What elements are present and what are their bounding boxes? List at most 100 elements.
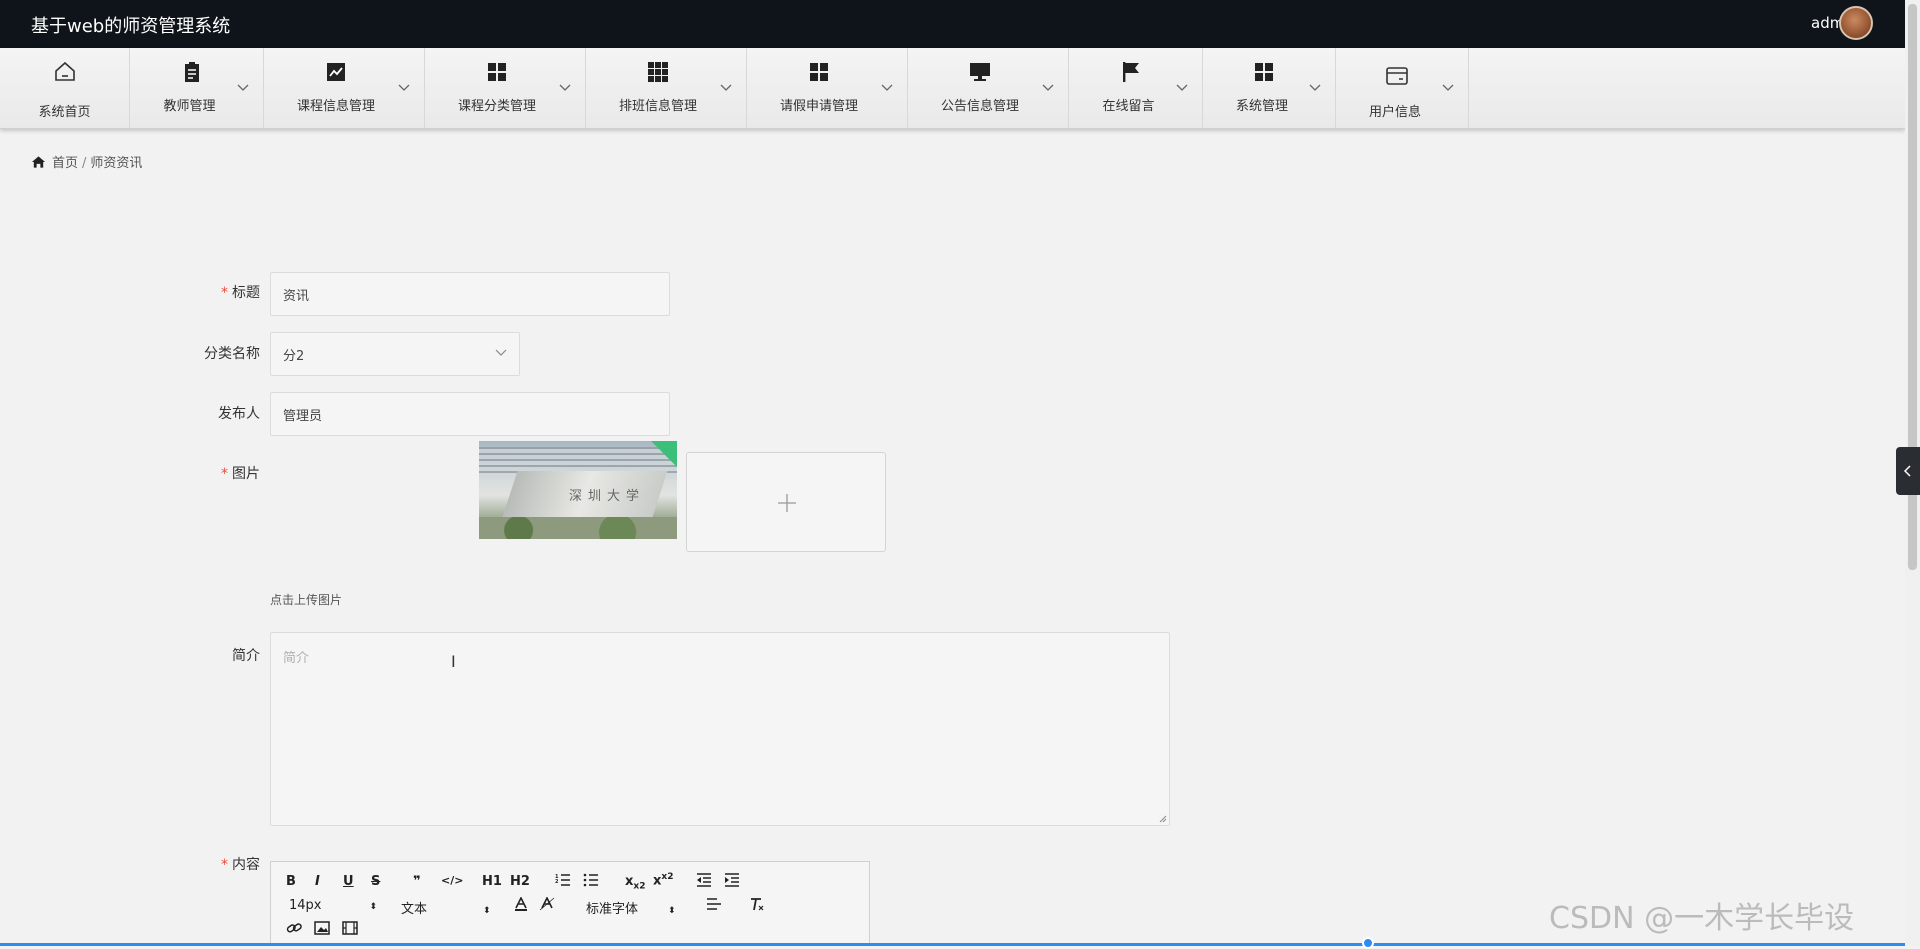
breadcrumb-current: 师资资讯 [90, 156, 143, 171]
category-label: 分类名称 [204, 346, 260, 362]
breadcrumb-home[interactable]: 首页 [52, 156, 78, 171]
breadcrumb-separator: / [82, 156, 87, 171]
clipboard-icon [184, 62, 199, 82]
nav-item-system[interactable]: 系统管理 [1203, 48, 1336, 128]
clear-format-icon [751, 898, 764, 911]
chevron-left-icon [1903, 465, 1911, 477]
nav-item-leave[interactable]: 请假申请管理 [747, 48, 908, 128]
italic-button[interactable]: I [315, 874, 320, 889]
bullet-list-icon [583, 873, 598, 887]
outdent-icon [697, 873, 711, 887]
nav-item-teacher[interactable]: 教师管理 [130, 48, 264, 128]
clear-format-button[interactable] [749, 897, 765, 915]
indent-button[interactable] [724, 873, 740, 891]
h2-button[interactable]: H2 [510, 874, 530, 889]
h1-button[interactable]: H1 [482, 874, 502, 889]
bold-button[interactable]: B [286, 874, 296, 889]
video-icon [342, 921, 358, 935]
link-button[interactable] [286, 921, 302, 939]
font-color-icon [515, 896, 527, 911]
main-nav: 系统首页 教师管理 课程信息管理 课程分类管理 排班信息管理 请假申请管理 公告… [0, 48, 1905, 129]
title-label: * 标题 [221, 285, 260, 301]
required-mark: * [221, 285, 228, 301]
chart-line-icon [327, 63, 345, 81]
progress-handle[interactable] [1362, 937, 1374, 949]
upload-success-corner [651, 441, 677, 467]
nav-item-course-category[interactable]: 课程分类管理 [425, 48, 586, 128]
required-mark: * [221, 857, 228, 873]
home-icon [54, 61, 75, 81]
image-upload-button[interactable] [686, 452, 886, 552]
ordered-list-button[interactable]: 12 [555, 873, 571, 891]
grid-icon [1255, 63, 1273, 81]
breadcrumb: 首页 / 师资资讯 [31, 152, 142, 171]
card-icon [1386, 67, 1408, 85]
subscript-button[interactable]: xx2 [625, 874, 645, 892]
superscript-digit: x2 [661, 872, 674, 882]
nav-label: 系统管理 [1235, 99, 1288, 114]
monitor-icon [970, 63, 990, 81]
watermark: CSDN @一木学长毕设 [1549, 901, 1855, 936]
home-icon [31, 156, 46, 168]
grid-nine-icon [648, 62, 668, 82]
summary-textarea[interactable]: 简介 [270, 632, 1170, 826]
summary-label: 简介 [232, 648, 260, 664]
nav-label: 课程分类管理 [457, 99, 536, 114]
bullet-list-button[interactable] [583, 873, 599, 891]
font-color-button[interactable] [513, 896, 529, 915]
top-header: 基于web的师资管理系统 admin [0, 0, 1920, 48]
nav-label: 教师管理 [163, 99, 216, 114]
align-left-icon [707, 898, 721, 910]
background-color-button[interactable] [539, 896, 555, 915]
uploaded-image-thumbnail[interactable]: 深圳大学 [479, 441, 677, 539]
chevron-down-icon [495, 349, 507, 356]
image-chars: 深圳大学 [569, 489, 646, 504]
font-size-select[interactable]: 14px ⬍ [289, 898, 377, 913]
image-button[interactable] [314, 921, 330, 939]
nav-label: 用户信息 [1368, 105, 1421, 120]
image-icon [314, 921, 330, 935]
nav-label: 排班信息管理 [618, 99, 697, 114]
superscript-button[interactable]: xx2 [653, 872, 673, 888]
avatar[interactable] [1839, 6, 1873, 40]
block-format-select[interactable]: 文本 ⬍ [401, 898, 491, 917]
video-button[interactable] [342, 921, 358, 939]
chevron-down-icon [1176, 84, 1188, 91]
indent-icon [725, 873, 739, 887]
blockquote-button[interactable]: ❞ [413, 874, 421, 889]
nav-item-home[interactable]: 系统首页 [0, 48, 130, 128]
align-button[interactable] [706, 897, 722, 915]
strike-button[interactable]: S [371, 874, 380, 889]
side-panel-toggle[interactable] [1896, 447, 1920, 495]
nav-label: 在线留言 [1102, 99, 1155, 114]
font-family-select[interactable]: 标准字体 ⬍ [586, 898, 676, 917]
grid-icon [810, 63, 828, 81]
publisher-input[interactable]: 管理员 [270, 392, 670, 436]
summary-placeholder: 简介 [283, 651, 310, 666]
code-block-button[interactable]: </> [441, 874, 463, 887]
text-cursor-icon: I [451, 652, 456, 671]
nav-item-message[interactable]: 在线留言 [1069, 48, 1203, 128]
nav-item-user-info[interactable]: 用户信息 [1336, 48, 1469, 128]
grid-icon [488, 63, 506, 81]
outdent-button[interactable] [696, 873, 712, 891]
title-input[interactable]: 资讯 [270, 272, 670, 316]
nav-label: 请假申请管理 [779, 99, 858, 114]
nav-item-notice[interactable]: 公告信息管理 [908, 48, 1069, 128]
subscript-digit: x2 [633, 881, 646, 892]
nav-item-schedule[interactable]: 排班信息管理 [586, 48, 747, 128]
category-select[interactable]: 分2 [270, 332, 520, 376]
nav-item-course-info[interactable]: 课程信息管理 [264, 48, 425, 128]
chevron-down-icon [1442, 84, 1454, 91]
category-value: 分2 [283, 348, 305, 364]
underline-button[interactable]: U [343, 874, 354, 889]
image-label: * 图片 [221, 466, 260, 482]
app-title: 基于web的师资管理系统 [31, 16, 231, 37]
nav-label: 公告信息管理 [940, 99, 1019, 114]
content-label: * 内容 [221, 857, 260, 873]
resize-grip-icon[interactable] [1159, 815, 1167, 823]
chevron-down-icon [1042, 84, 1054, 91]
svg-text:2: 2 [555, 879, 559, 885]
nav-label: 课程信息管理 [296, 99, 375, 114]
highlight-icon [539, 896, 555, 911]
